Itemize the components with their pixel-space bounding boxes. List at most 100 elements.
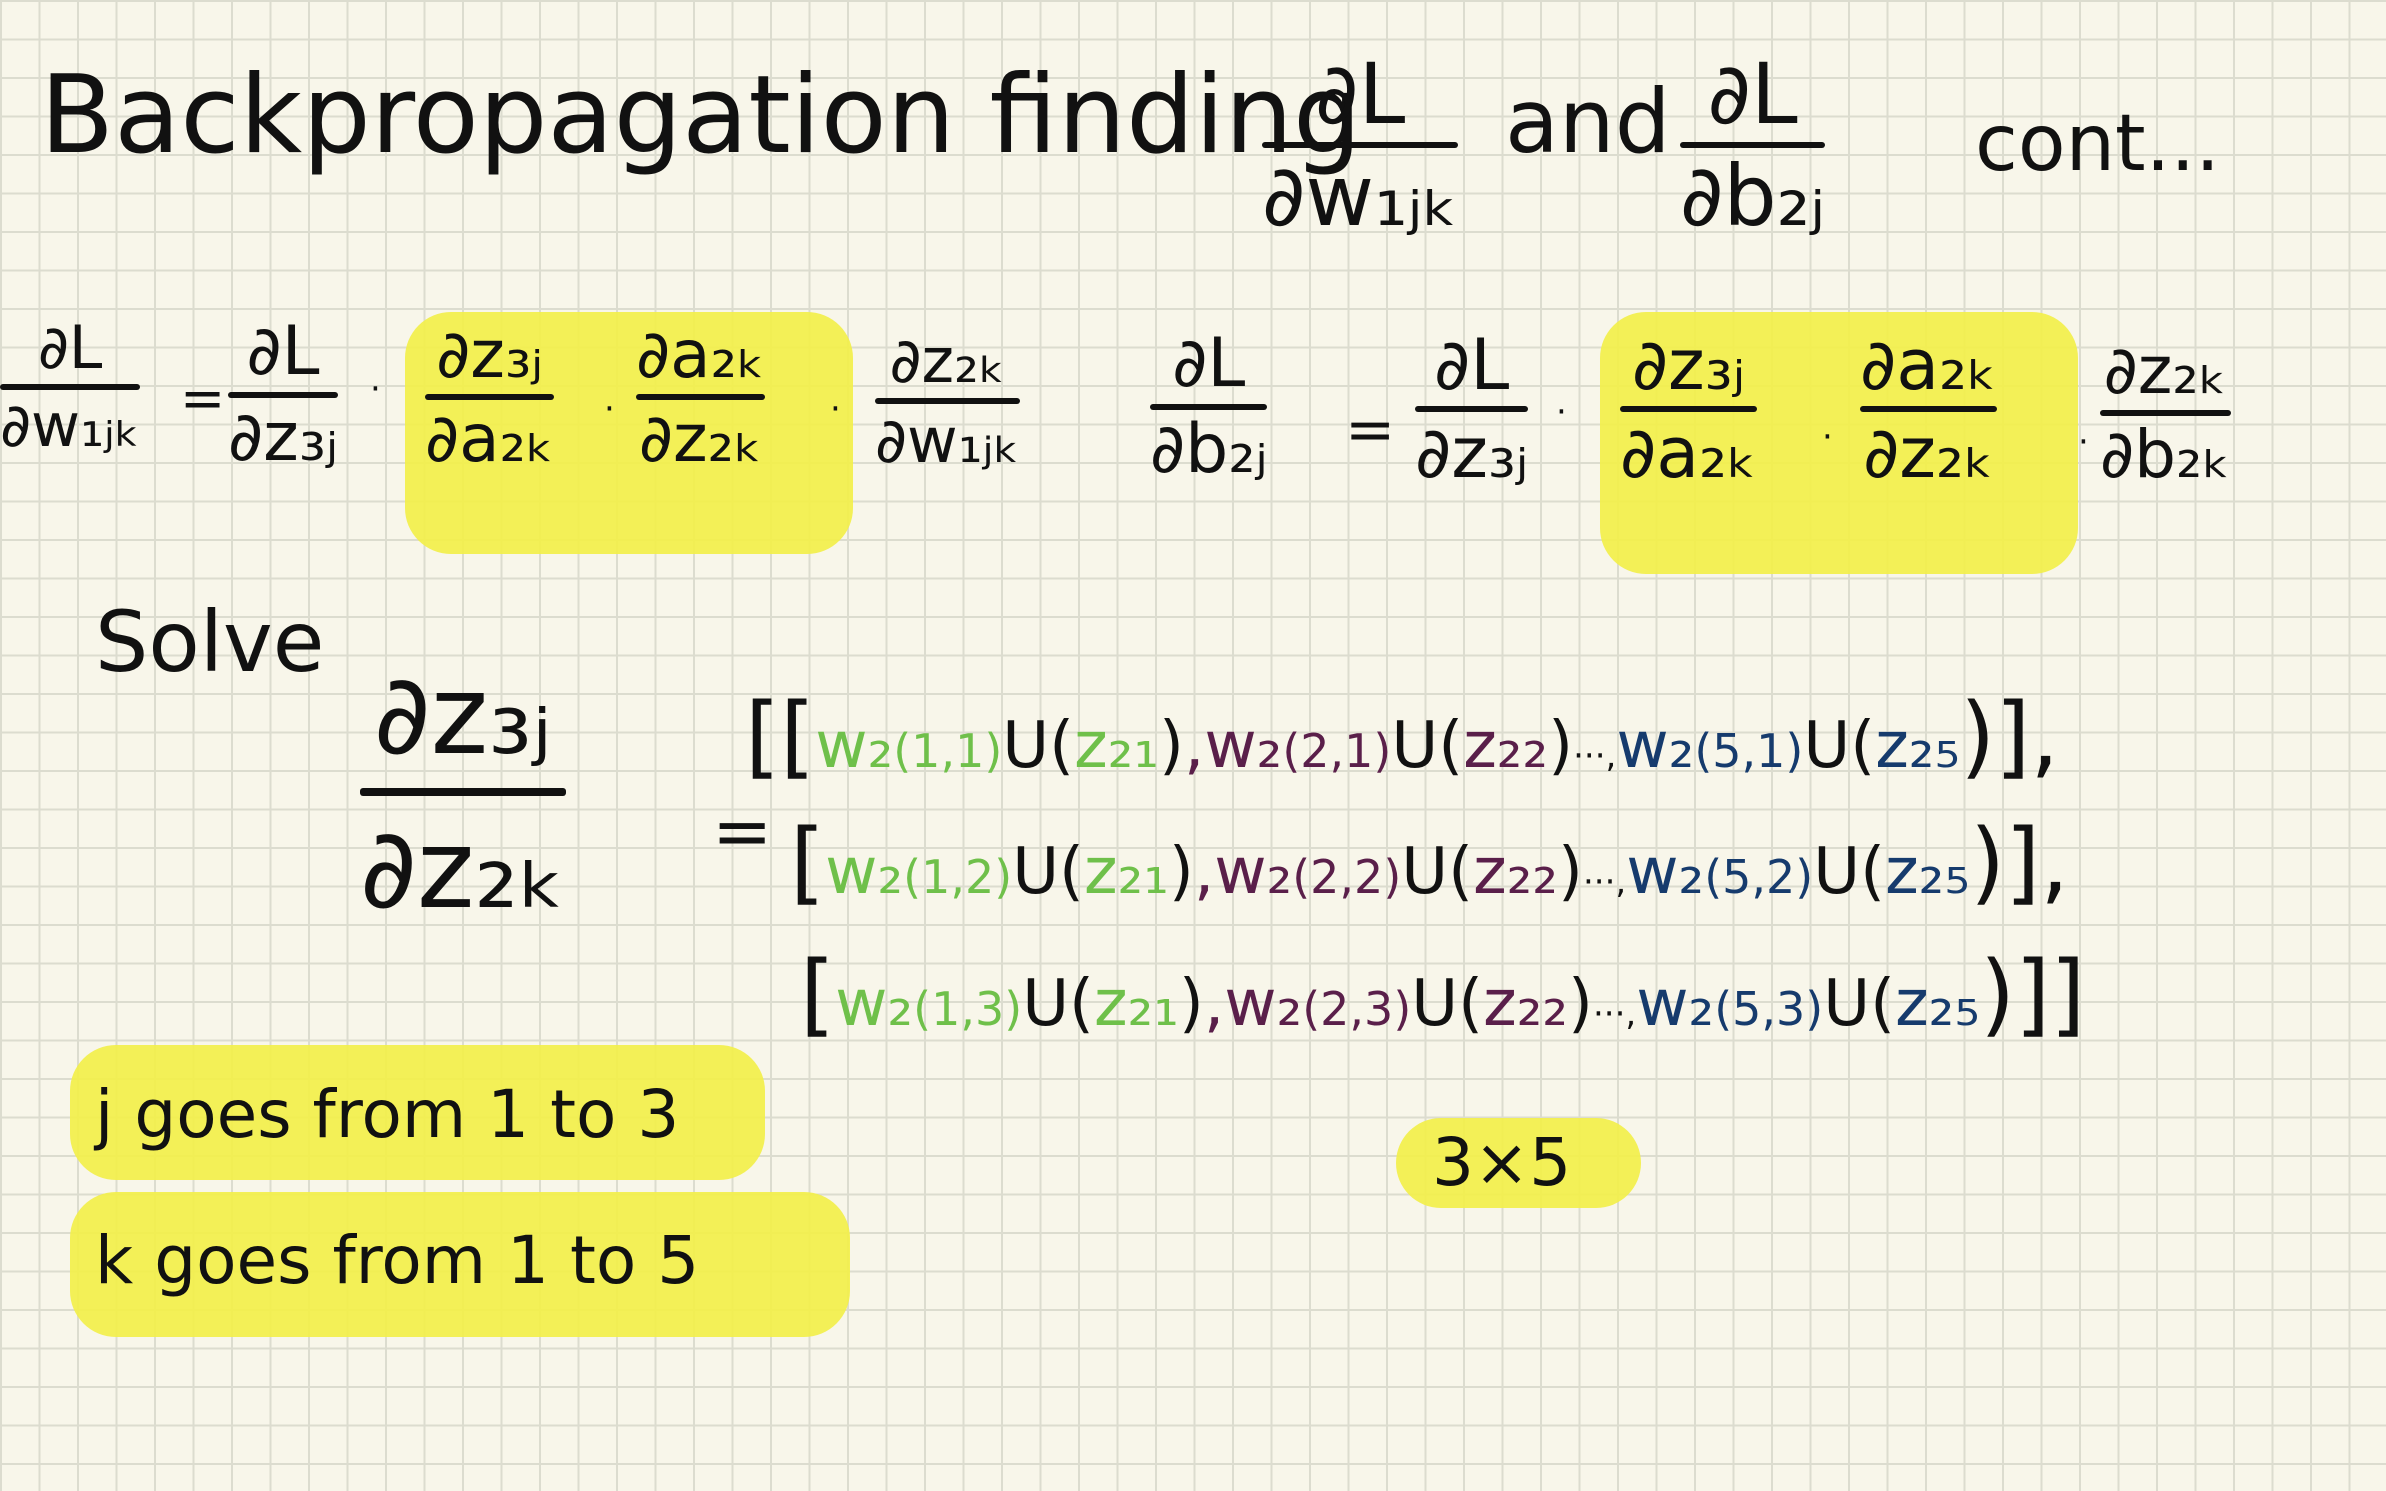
note-k-range: k goes from 1 to 5 <box>95 1222 700 1299</box>
term-dots: ···, <box>1582 862 1627 902</box>
term-close: ) <box>1168 835 1194 909</box>
chain-b-f3-den: ∂z₂ₖ <box>1863 412 1994 494</box>
chain-b-lhs-num: ∂L <box>1172 324 1246 403</box>
term-u: U( <box>1813 835 1886 909</box>
matrix-row-open: [[ <box>745 684 816 789</box>
matrix-row-3: [w₂(1,3)U(z₂₁),w₂(2,3)U(z₂₂)···,w₂(5,3)U… <box>800 950 2085 1040</box>
term-close: ) <box>1558 835 1583 909</box>
fraction-bar <box>360 788 566 796</box>
chain-w-f2-num: ∂z₃ⱼ <box>436 316 543 393</box>
chain-w-f4-num: ∂z₂ₖ <box>889 324 1006 397</box>
term-index: (1,2) <box>903 850 1013 904</box>
chain-b-equals: = <box>1345 395 1396 465</box>
term-z: z₂₁ <box>1074 709 1160 783</box>
matrix-row-1: [[w₂(1,1)U(z₂₁),w₂(2,1)U(z₂₂)···,w₂(5,1)… <box>745 692 2059 782</box>
term-w: ,w₂ <box>1203 967 1303 1041</box>
title-and: and <box>1505 70 1671 173</box>
chain-w-mul-1: · <box>370 369 381 409</box>
term-u: U( <box>1401 835 1474 909</box>
chain-w-f2-den: ∂a₂ₖ <box>425 400 555 477</box>
chain-b-mul-2: · <box>1822 417 1833 457</box>
title-frac-dL-dw-den: ∂w₁ⱼₖ <box>1262 147 1459 245</box>
chain-b-mul-3: · <box>2078 422 2089 462</box>
chain-w-mul-3: · <box>830 389 841 429</box>
term-dots: ···, <box>1592 994 1637 1034</box>
term-u: U( <box>1411 967 1484 1041</box>
term-index: (1,3) <box>913 982 1023 1036</box>
notebook-page: Backpropagation finding ∂L ∂w₁ⱼₖ and ∂L … <box>0 0 2386 1491</box>
term-w: w₂ <box>835 967 914 1041</box>
term-w: w₂ <box>1616 709 1695 783</box>
chain-b-f2-num: ∂z₃ⱼ <box>1631 324 1746 406</box>
title-frac-dL-db-den: ∂b₂ⱼ <box>1680 147 1826 245</box>
term-z: z₂₂ <box>1473 835 1558 909</box>
matrix-row-open: [ <box>790 810 826 915</box>
chain-b-f4-num: ∂z₂ₖ <box>2103 332 2227 409</box>
chain-w-f3: ∂a₂ₖ ∂z₂ₖ <box>636 322 766 477</box>
title-frac-dL-dw-num: ∂L <box>1315 45 1406 143</box>
chain-b-f2-den: ∂a₂ₖ <box>1620 412 1757 494</box>
chain-w-f1-num: ∂L <box>246 312 320 391</box>
solve-label: Solve <box>95 593 325 691</box>
fraction-bar <box>0 384 141 390</box>
solve-derivative-num: ∂z₃ⱼ <box>373 651 552 779</box>
term-w: w₂ <box>815 709 894 783</box>
term-index: (5,1) <box>1694 724 1804 778</box>
term-index: (2,1) <box>1282 724 1392 778</box>
term-w: w₂ <box>825 835 904 909</box>
chain-b-f1-den: ∂z₃ⱼ <box>1415 412 1529 494</box>
chain-b-f3: ∂a₂ₖ ∂z₂ₖ <box>1860 330 1997 488</box>
term-w: ,w₂ <box>1183 709 1283 783</box>
term-z: z₂₅ <box>1895 967 1980 1041</box>
title-frac-dL-db-num: ∂L <box>1707 45 1798 143</box>
term-z: z₂₁ <box>1094 967 1179 1041</box>
chain-b-mul-1: · <box>1556 392 1567 432</box>
term-close: )], <box>1960 684 2059 789</box>
term-index: (1,1) <box>893 724 1003 778</box>
term-z: z₂₂ <box>1463 709 1549 783</box>
title-frac-dL-db: ∂L ∂b₂ⱼ <box>1680 45 1826 245</box>
term-u: U( <box>1391 709 1464 783</box>
chain-b-lhs-den: ∂b₂ⱼ <box>1150 410 1268 489</box>
term-close: ) <box>1568 967 1593 1041</box>
title-lead: Backpropagation finding <box>40 53 1362 178</box>
chain-b-f2: ∂z₃ⱼ ∂a₂ₖ <box>1620 330 1757 488</box>
chain-w-lhs-num: ∂L <box>37 313 103 383</box>
chain-w-f4-den: ∂w₁ⱼₖ <box>875 404 1020 477</box>
chain-w-f1-den: ∂z₃ⱼ <box>228 398 339 477</box>
term-u: U( <box>1803 709 1876 783</box>
term-index: (2,2) <box>1292 850 1402 904</box>
term-index: (5,3) <box>1714 982 1824 1036</box>
matrix-shape: 3×5 <box>1432 1124 1572 1201</box>
term-close: ) <box>1159 709 1184 783</box>
term-close: )], <box>1969 810 2069 915</box>
term-w: w₂ <box>1636 967 1715 1041</box>
term-z: z₂₂ <box>1483 967 1568 1041</box>
chain-w-equals: = <box>180 367 226 430</box>
solve-equals: = <box>712 789 773 873</box>
term-w: w₂ <box>1626 835 1705 909</box>
chain-w-f1: ∂L ∂z₃ⱼ <box>228 312 339 477</box>
title-frac-dL-dw: ∂L ∂w₁ⱼₖ <box>1262 45 1459 245</box>
chain-w-lhs: ∂L ∂w₁ⱼₖ <box>0 313 141 461</box>
term-u: U( <box>1022 967 1094 1041</box>
solve-derivative: ∂z₃ⱼ ∂z₂ₖ <box>360 660 566 924</box>
term-u: U( <box>1823 967 1896 1041</box>
chain-w-lhs-den: ∂w₁ⱼₖ <box>0 391 141 461</box>
chain-b-f1: ∂L ∂z₃ⱼ <box>1415 324 1529 494</box>
title-tail: cont... <box>1975 99 2221 189</box>
matrix-row-open: [ <box>800 942 836 1047</box>
chain-b-f4: ∂z₂ₖ ∂b₂ₖ <box>2100 338 2231 488</box>
term-close: )]] <box>1979 942 2086 1047</box>
solve-derivative-den: ∂z₂ₖ <box>360 805 566 933</box>
note-j-range: j goes from 1 to 3 <box>95 1076 680 1153</box>
chain-w-f4: ∂z₂ₖ ∂w₁ⱼₖ <box>875 330 1020 472</box>
chain-b-lhs: ∂L ∂b₂ⱼ <box>1150 324 1268 489</box>
chain-b-f3-num: ∂a₂ₖ <box>1860 324 1997 406</box>
chain-w-f3-den: ∂z₂ₖ <box>638 400 763 477</box>
chain-b-f1-num: ∂L <box>1434 324 1510 406</box>
term-w: ,w₂ <box>1193 835 1293 909</box>
term-index: (2,3) <box>1302 982 1412 1036</box>
term-close: ) <box>1548 709 1574 783</box>
chain-w-f2: ∂z₃ⱼ ∂a₂ₖ <box>425 316 555 477</box>
